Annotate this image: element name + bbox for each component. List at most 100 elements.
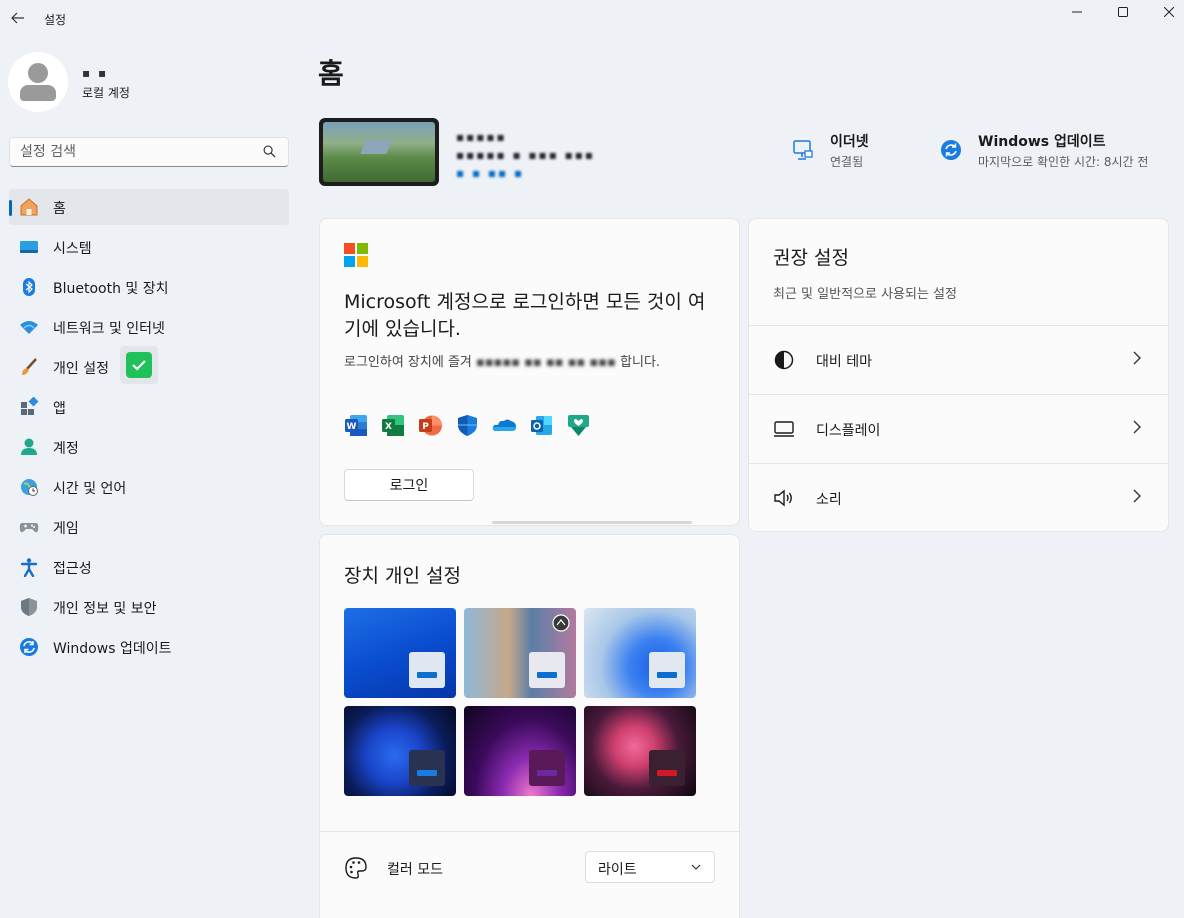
account-icon — [19, 437, 39, 457]
close-icon — [1164, 7, 1174, 17]
bluetooth-icon — [19, 277, 39, 297]
user-profile[interactable]: ▪ ▪ 로컬 계정 — [8, 52, 288, 112]
sidebar-nav: 홈 시스템 Bluetooth 및 장치 네트워크 및 인터넷 개인 설정 앱 … — [9, 189, 289, 669]
rename-link[interactable]: ▪ ▪ ▪▪ ▪ — [456, 164, 595, 182]
avatar — [8, 52, 68, 112]
sidebar-item-label: Windows 업데이트 — [53, 641, 172, 657]
sidebar-item-accounts[interactable]: 계정 — [9, 429, 289, 465]
rec-title: 권장 설정 — [773, 247, 849, 269]
accessibility-icon — [19, 557, 39, 577]
maximize-icon — [1118, 7, 1128, 17]
close-button[interactable] — [1146, 0, 1184, 24]
login-button[interactable]: 로그인 — [344, 469, 474, 501]
svg-text:X: X — [385, 422, 392, 432]
sidebar-item-label: 게임 — [53, 521, 79, 537]
ms-desc-text: 로그인하여 장치에 즐겨 — [344, 355, 472, 370]
rec-item-label: 대비 테마 — [816, 354, 872, 370]
svg-text:W: W — [347, 422, 357, 432]
sidebar-item-personalization[interactable]: 개인 설정 — [9, 346, 289, 385]
family-icon — [566, 413, 591, 438]
sidebar-item-bluetooth[interactable]: Bluetooth 및 장치 — [9, 269, 289, 305]
excel-icon: X — [381, 413, 406, 438]
color-mode-row: 컬러 모드 라이트 — [320, 831, 739, 903]
rec-item-label: 디스플레이 — [816, 423, 881, 439]
ms-desc-end: 합니다. — [620, 355, 661, 370]
minimize-icon — [1072, 11, 1082, 13]
outlook-icon — [529, 413, 554, 438]
sidebar-item-label: 시간 및 언어 — [53, 481, 127, 497]
search-box — [9, 137, 289, 167]
device-name: ▪▪▪▪▪ — [456, 130, 507, 144]
chevron-right-icon — [1133, 420, 1141, 434]
theme-windows-light[interactable] — [344, 608, 456, 698]
sidebar-item-label: 네트워크 및 인터넷 — [53, 321, 165, 337]
search-input[interactable] — [20, 143, 260, 161]
gamepad-icon — [19, 517, 39, 537]
checkmark-badge — [120, 346, 158, 384]
app-title: 설정 — [44, 13, 67, 27]
sidebar-item-system[interactable]: 시스템 — [9, 229, 289, 265]
pers-title: 장치 개인 설정 — [344, 565, 461, 587]
sidebar-item-windows-update[interactable]: Windows 업데이트 — [9, 629, 289, 665]
color-mode-dropdown[interactable]: 라이트 — [585, 851, 715, 883]
theme-sunrise[interactable] — [584, 706, 696, 796]
rec-item-sound[interactable]: 소리 — [749, 463, 1168, 531]
sidebar-item-gaming[interactable]: 게임 — [9, 509, 289, 545]
chevron-right-icon — [1133, 489, 1141, 503]
sidebar-item-privacy[interactable]: 개인 정보 및 보안 — [9, 589, 289, 625]
theme-windows-bloom-light[interactable] — [584, 608, 696, 698]
sidebar-item-label: 홈 — [53, 201, 66, 217]
word-icon: W — [344, 413, 369, 438]
onedrive-icon — [492, 413, 517, 438]
back-arrow-icon — [11, 12, 24, 24]
sidebar-item-accessibility[interactable]: 접근성 — [9, 549, 289, 585]
user-name: ▪ ▪ — [82, 66, 109, 80]
sidebar-item-time-language[interactable]: 시간 및 언어 — [9, 469, 289, 505]
color-mode-label: 컬러 모드 — [387, 862, 443, 878]
home-icon — [19, 197, 39, 217]
theme-windows-dark[interactable] — [344, 706, 456, 796]
microsoft-logo-icon — [344, 243, 368, 267]
sidebar-item-label: 시스템 — [53, 241, 92, 257]
device-model: ▪▪▪▪▪ ▪ ▪▪▪ ▪▪▪ — [456, 148, 596, 162]
color-mode-value: 라이트 — [598, 862, 637, 878]
sidebar-item-network[interactable]: 네트워크 및 인터넷 — [9, 309, 289, 345]
microsoft-account-card: Microsoft 계정으로 로그인하면 모든 것이 여기에 있습니다. 로그인… — [319, 218, 740, 526]
palette-icon — [345, 857, 367, 879]
device-personalization-card: 장치 개인 설정 컬러 모드 라이트 — [319, 534, 740, 918]
network-icon — [19, 317, 39, 337]
device-wallpaper-preview[interactable] — [319, 118, 439, 186]
defender-icon — [455, 413, 480, 438]
sidebar-item-home[interactable]: 홈 — [9, 189, 289, 225]
sidebar-item-label: 개인 정보 및 보안 — [53, 601, 157, 617]
rec-subtitle: 최근 및 일반적으로 사용되는 설정 — [773, 287, 957, 302]
powerpoint-icon: P — [418, 413, 443, 438]
sound-icon — [773, 487, 795, 509]
update-icon — [19, 637, 39, 657]
rec-item-contrast-theme[interactable]: 대비 테마 — [749, 325, 1168, 393]
app-icons: W X P — [344, 413, 591, 438]
brush-icon — [19, 357, 39, 377]
apps-icon — [19, 397, 39, 417]
sidebar-item-label: 접근성 — [53, 561, 92, 577]
ethernet-title: 이더넷 — [830, 134, 869, 150]
slideshow-icon — [552, 614, 570, 632]
checkmark-icon — [132, 360, 146, 371]
maximize-button[interactable] — [1100, 0, 1146, 24]
ms-card-title: Microsoft 계정으로 로그인하면 모든 것이 여기에 있습니다. — [344, 291, 706, 340]
search-icon[interactable] — [263, 145, 276, 158]
theme-flow[interactable] — [464, 706, 576, 796]
rec-item-label: 소리 — [816, 492, 842, 508]
rec-item-display[interactable]: 디스플레이 — [749, 394, 1168, 462]
sidebar-item-label: 개인 설정 — [53, 361, 109, 377]
device-info: ▪▪▪▪▪ ▪▪▪▪▪ ▪ ▪▪▪ ▪▪▪ ▪ ▪ ▪▪ ▪ — [456, 128, 595, 182]
sidebar-item-label: 앱 — [53, 401, 66, 417]
theme-glow[interactable] — [464, 608, 576, 698]
contrast-icon — [773, 349, 795, 371]
page-title: 홈 — [318, 57, 344, 90]
minimize-button[interactable] — [1054, 0, 1100, 24]
svg-text:P: P — [422, 422, 429, 432]
back-button[interactable] — [8, 6, 28, 30]
shield-icon — [19, 597, 39, 617]
sidebar-item-apps[interactable]: 앱 — [9, 389, 289, 425]
